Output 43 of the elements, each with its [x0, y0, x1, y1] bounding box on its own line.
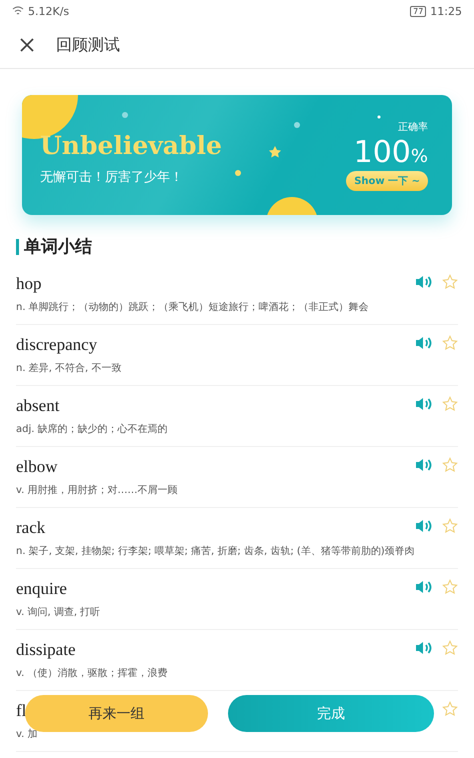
- word-meaning: v. 用肘推，用肘挤；对……不屑一顾: [16, 484, 178, 497]
- word: absent: [16, 396, 60, 416]
- speaker-icon[interactable]: [415, 641, 432, 655]
- word-meaning: v. 询问, 调查, 打听: [16, 606, 100, 619]
- clock: 11:25: [430, 4, 462, 18]
- word-meaning: adj. 缺席的；缺少的；心不在焉的: [16, 422, 168, 436]
- share-button[interactable]: Show 一下 ~: [346, 170, 428, 190]
- star-icon[interactable]: [442, 396, 458, 412]
- wifi-icon: [12, 6, 24, 16]
- star-icon[interactable]: [442, 518, 458, 534]
- word: fl: [16, 701, 28, 721]
- word-meaning: v. （使）消散，驱散；挥霍，浪费: [16, 666, 168, 680]
- speaker-icon[interactable]: [415, 336, 432, 350]
- network-speed: 5.12K/s: [28, 4, 70, 18]
- star-icon[interactable]: [442, 274, 458, 290]
- star-icon[interactable]: [442, 579, 458, 595]
- word: rack: [16, 518, 46, 538]
- praise-text: 无懈可击！厉害了少年！: [40, 168, 184, 186]
- word-meaning: n. 架子, 支架, 挂物架; 行李架; 喂草架; 痛苦, 折磨; 齿条, 齿轨; (羊、猪等带前肋的)颈脊肉: [16, 544, 415, 558]
- battery-level: 77: [410, 6, 426, 16]
- headline: Unbelievable: [40, 130, 222, 160]
- word: discrepancy: [16, 335, 98, 355]
- star-icon[interactable]: [442, 640, 458, 656]
- star-icon[interactable]: [442, 457, 458, 473]
- done-button[interactable]: 完成: [228, 695, 434, 732]
- section-title: 单词小结: [24, 236, 92, 258]
- speaker-icon[interactable]: [415, 580, 432, 594]
- speaker-icon[interactable]: [415, 397, 432, 411]
- word-meaning: n. 差异, 不符合, 不一致: [16, 362, 122, 375]
- word: dissipate: [16, 640, 76, 660]
- star-icon[interactable]: [442, 701, 458, 717]
- page-title: 回顾测试: [56, 34, 120, 56]
- accuracy-label: 正确率: [398, 120, 428, 134]
- star-icon[interactable]: [442, 335, 458, 351]
- word-meaning: n. 单脚跳行；（动物的）跳跃；（乘飞机）短途旅行；啤酒花；（非正式）舞会: [16, 300, 369, 314]
- accuracy-value: 100%: [354, 136, 428, 168]
- word: hop: [16, 274, 42, 294]
- word: enquire: [16, 579, 68, 599]
- word: elbow: [16, 457, 59, 477]
- speaker-icon[interactable]: [415, 519, 432, 533]
- speaker-icon[interactable]: [415, 275, 432, 289]
- speaker-icon[interactable]: [415, 458, 432, 472]
- close-icon[interactable]: [20, 38, 34, 52]
